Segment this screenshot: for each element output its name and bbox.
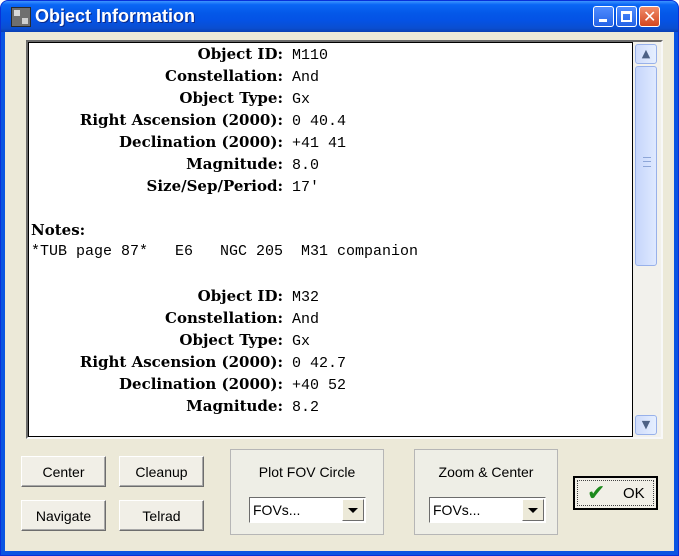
constellation-row: Constellation: And [31, 309, 346, 331]
ra-row: Right Ascension (2000): 0 40.4 [31, 111, 418, 133]
magnitude-row: Magnitude: 8.2 [31, 397, 346, 419]
constellation-row: Constellation: And [31, 67, 418, 89]
plot-fov-select[interactable]: FOVs... [249, 497, 366, 523]
ok-focus-rect: ✔ OK [577, 480, 654, 506]
object-record-1: Object ID: M110 Constellation: And Objec… [31, 45, 418, 287]
navigate-button[interactable]: Navigate [21, 500, 106, 531]
dec-value: +40 52 [292, 377, 347, 394]
zoom-center-selected: FOVs... [433, 502, 481, 518]
object-id-row: Object ID: M110 [31, 45, 418, 67]
dropdown-arrow-icon[interactable] [342, 499, 364, 521]
notes-row: Notes: [31, 221, 418, 243]
notes-label: Notes: [31, 221, 86, 239]
dec-row: Declination (2000): +41 41 [31, 133, 418, 155]
dec-label: Declination (2000): [119, 133, 283, 151]
size-label: Size/Sep/Period: [146, 177, 283, 195]
window-title: Object Information [35, 6, 196, 26]
zoom-center-title: Zoom & Center [438, 464, 534, 480]
scroll-down-button[interactable]: ▼ [635, 415, 657, 435]
object-type-value: Gx [292, 333, 311, 350]
grip-icon [643, 157, 651, 167]
ra-value: 0 40.4 [292, 113, 347, 130]
client-area: Object ID: M110 Constellation: And Objec… [5, 32, 674, 551]
magnitude-row: Magnitude: 8.0 [31, 155, 418, 177]
object-id-row: Object ID: M32 [31, 287, 346, 309]
plot-fov-group: Plot FOV Circle FOVs... [230, 449, 384, 535]
constellation-value: And [292, 311, 320, 328]
object-type-value: Gx [292, 91, 311, 108]
size-row: Size/Sep/Period: 17' [31, 177, 418, 199]
ra-label: Right Ascension (2000): [79, 353, 283, 371]
object-type-label: Object Type: [179, 331, 283, 349]
constellation-value: And [292, 69, 320, 86]
object-type-row: Object Type: Gx [31, 331, 346, 353]
magnitude-label: Magnitude: [186, 155, 283, 173]
object-record-2: Object ID: M32 Constellation: And Object… [31, 287, 346, 419]
vertical-scrollbar[interactable]: ▲ ▼ [633, 42, 661, 437]
dec-row: Declination (2000): +40 52 [31, 375, 346, 397]
zoom-center-group: Zoom & Center FOVs... [414, 449, 558, 535]
blank-row [31, 265, 418, 287]
scroll-down-icon: ▼ [641, 418, 651, 431]
scroll-up-icon: ▲ [641, 47, 651, 60]
telrad-button[interactable]: Telrad [119, 500, 204, 531]
constellation-label: Constellation: [165, 309, 283, 327]
object-id-label: Object ID: [197, 287, 283, 305]
object-type-row: Object Type: Gx [31, 89, 418, 111]
object-info-textbox[interactable]: Object ID: M110 Constellation: And Objec… [26, 40, 663, 439]
center-button[interactable]: Center [21, 456, 106, 487]
size-value: 17' [292, 179, 320, 196]
maximize-button[interactable] [616, 6, 637, 27]
app-icon[interactable] [11, 7, 31, 27]
minimize-button[interactable] [593, 6, 614, 27]
magnitude-label: Magnitude: [186, 397, 283, 415]
dec-label: Declination (2000): [119, 375, 283, 393]
dec-value: +41 41 [292, 135, 347, 152]
object-id-value: M32 [292, 289, 320, 306]
maximize-icon [621, 11, 632, 22]
scroll-up-button[interactable]: ▲ [635, 44, 657, 64]
minimize-icon [599, 19, 607, 22]
scroll-thumb[interactable] [635, 66, 657, 266]
ra-label: Right Ascension (2000): [79, 111, 283, 129]
ra-value: 0 42.7 [292, 355, 347, 372]
plot-fov-selected: FOVs... [253, 502, 301, 518]
text-content[interactable]: Object ID: M110 Constellation: And Objec… [28, 42, 633, 437]
zoom-center-select[interactable]: FOVs... [429, 497, 546, 523]
checkmark-icon: ✔ [587, 481, 606, 506]
blank-row [31, 199, 418, 221]
ra-row: Right Ascension (2000): 0 42.7 [31, 353, 346, 375]
magnitude-value: 8.2 [292, 399, 320, 416]
dropdown-arrow-icon[interactable] [522, 499, 544, 521]
cleanup-button[interactable]: Cleanup [119, 456, 204, 487]
object-id-label: Object ID: [197, 45, 283, 63]
close-icon: ✕ [643, 7, 657, 26]
notes-text: *TUB page 87* E6 NGC 205 M31 companion [31, 243, 419, 260]
object-information-window: Object Information ✕ Object ID: M110 Con… [0, 0, 679, 556]
object-id-value: M110 [292, 47, 329, 64]
constellation-label: Constellation: [165, 67, 283, 85]
ok-button[interactable]: ✔ OK [573, 476, 658, 510]
ok-label: OK [623, 485, 645, 502]
close-button[interactable]: ✕ [639, 6, 660, 27]
object-type-label: Object Type: [179, 89, 283, 107]
title-bar[interactable]: Object Information ✕ [1, 1, 678, 32]
magnitude-value: 8.0 [292, 157, 320, 174]
plot-fov-title: Plot FOV Circle [258, 464, 356, 480]
